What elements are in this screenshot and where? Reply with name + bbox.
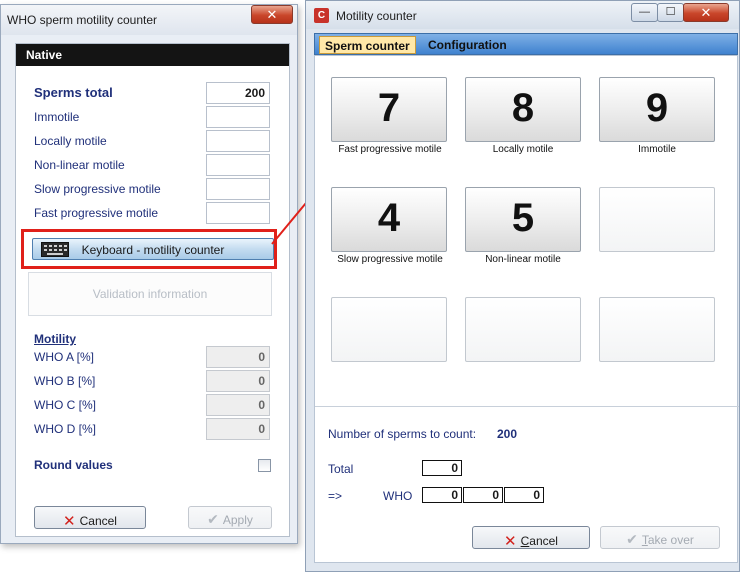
right-close-icon[interactable]: ✕ xyxy=(683,3,729,22)
left-window-title: WHO sperm motility counter xyxy=(7,13,158,27)
motility-cancel-mnemonic: C xyxy=(520,534,530,548)
slow-progressive-label: Slow progressive motile xyxy=(34,182,161,196)
who-label: WHO xyxy=(383,489,413,503)
key-4-number: 4 xyxy=(377,196,401,240)
minimize-icon[interactable]: — xyxy=(631,3,658,22)
motility-title: Motility xyxy=(34,332,76,346)
apply-button-label: Apply xyxy=(222,513,253,527)
sperms-total-input[interactable]: 200 xyxy=(206,82,270,104)
key-9-button[interactable]: 9 xyxy=(599,77,715,142)
key-9-caption: Immotile xyxy=(638,144,676,155)
key-5-number: 5 xyxy=(511,196,535,240)
locally-motile-input[interactable] xyxy=(206,130,270,152)
who-counter-window: WHO sperm motility counter ✕ Native Sper… xyxy=(0,4,298,544)
right-window-title: Motility counter xyxy=(336,9,417,23)
immotile-row: Immotile xyxy=(16,106,291,128)
slow-progressive-row: Slow progressive motile xyxy=(16,178,291,200)
fast-progressive-row: Fast progressive motile xyxy=(16,202,291,224)
key-6-button[interactable] xyxy=(599,187,715,252)
sperms-total-row: Sperms total 200 xyxy=(16,82,291,104)
key-7-caption: Fast progressive motile xyxy=(338,144,442,155)
app-icon: C xyxy=(314,8,329,23)
take-over-button[interactable]: ✔ Take over xyxy=(600,526,720,549)
immotile-label: Immotile xyxy=(34,110,80,124)
native-panel: Native Sperms total 200 Immotile Locally… xyxy=(15,43,290,537)
arrow-label: => xyxy=(328,489,343,503)
left-close-icon[interactable]: ✕ xyxy=(251,5,293,24)
who-c-value: 0 xyxy=(206,394,270,416)
take-over-check-icon: ✔ xyxy=(626,531,638,547)
who-c-row: WHO C [%] 0 xyxy=(16,394,291,416)
motility-cancel-button[interactable]: ✕ Cancel xyxy=(472,526,590,550)
who-c-label: WHO C [%] xyxy=(34,398,96,412)
key-4-button[interactable]: 4 xyxy=(331,187,447,252)
tab-strip: Sperm counter Configuration xyxy=(314,33,738,55)
who-d-value: 0 xyxy=(206,418,270,440)
cancel-button-label: Cancel xyxy=(79,514,117,528)
key-8-number: 8 xyxy=(511,86,535,130)
key-3-button[interactable] xyxy=(599,297,715,362)
non-linear-motile-row: Non-linear motile xyxy=(16,154,291,176)
apply-button[interactable]: ✔ Apply xyxy=(188,506,272,529)
validation-info: Validation information xyxy=(28,272,272,316)
round-values-checkbox[interactable] xyxy=(258,459,271,472)
who-a-row: WHO A [%] 0 xyxy=(16,346,291,368)
total-label: Total xyxy=(328,462,354,476)
motility-cancel-x-icon: ✕ xyxy=(504,533,517,550)
slow-progressive-input[interactable] xyxy=(206,178,270,200)
non-linear-motile-label: Non-linear motile xyxy=(34,158,125,172)
sperm-counter-panel: 7 Fast progressive motile 8 Locally moti… xyxy=(314,55,739,563)
native-header: Native xyxy=(16,44,289,66)
key-7-button[interactable]: 7 xyxy=(331,77,447,142)
who-a-value: 0 xyxy=(206,346,270,368)
count-label: Number of sperms to count: xyxy=(328,427,477,441)
who-b-row: WHO B [%] 0 xyxy=(16,370,291,392)
who-b-value: 0 xyxy=(206,370,270,392)
fast-progressive-label: Fast progressive motile xyxy=(34,206,159,220)
left-titlebar[interactable]: WHO sperm motility counter ✕ xyxy=(1,5,297,35)
key-5-button[interactable]: 5 xyxy=(465,187,581,252)
keyboard-button-highlight: Keyboard - motility counter xyxy=(21,229,277,269)
panel-divider xyxy=(315,406,739,407)
tab-configuration[interactable]: Configuration xyxy=(423,36,512,54)
key-7-number: 7 xyxy=(377,86,401,130)
key-4-caption: Slow progressive motile xyxy=(337,254,443,265)
key-5-caption: Non-linear motile xyxy=(485,254,561,265)
count-value: 200 xyxy=(497,427,518,441)
motility-counter-window: C Motility counter — ☐ ✕ Sperm counter C… xyxy=(305,0,740,572)
who-a-label: WHO A [%] xyxy=(34,350,95,364)
total-value: 0 xyxy=(422,460,462,476)
who-value-1: 0 xyxy=(422,487,462,503)
right-titlebar[interactable]: C Motility counter — ☐ ✕ xyxy=(306,1,739,29)
locally-motile-row: Locally motile xyxy=(16,130,291,152)
who-d-label: WHO D [%] xyxy=(34,422,96,436)
locally-motile-label: Locally motile xyxy=(34,134,107,148)
who-d-row: WHO D [%] 0 xyxy=(16,418,291,440)
key-8-button[interactable]: 8 xyxy=(465,77,581,142)
key-9-number: 9 xyxy=(645,86,669,130)
cancel-x-icon: ✕ xyxy=(63,513,76,530)
key-1-button[interactable] xyxy=(331,297,447,362)
keyboard-button-label: Keyboard - motility counter xyxy=(81,243,225,257)
sperms-total-label: Sperms total xyxy=(34,85,113,100)
who-value-2: 0 xyxy=(463,487,503,503)
cancel-button[interactable]: ✕ Cancel xyxy=(34,506,146,530)
key-8-caption: Locally motile xyxy=(492,144,554,155)
immotile-input[interactable] xyxy=(206,106,270,128)
keyboard-icon xyxy=(41,242,69,257)
apply-check-icon: ✔ xyxy=(207,511,219,527)
who-b-label: WHO B [%] xyxy=(34,374,96,388)
round-values-label: Round values xyxy=(34,458,113,472)
fast-progressive-input[interactable] xyxy=(206,202,270,224)
non-linear-motile-input[interactable] xyxy=(206,154,270,176)
maximize-icon[interactable]: ☐ xyxy=(657,3,684,22)
take-over-label: ake over xyxy=(647,533,694,547)
who-value-3: 0 xyxy=(504,487,544,503)
key-2-button[interactable] xyxy=(465,297,581,362)
tab-sperm-counter[interactable]: Sperm counter xyxy=(319,36,416,54)
motility-cancel-label: ancel xyxy=(529,534,558,548)
keyboard-motility-counter-button[interactable]: Keyboard - motility counter xyxy=(32,238,274,260)
